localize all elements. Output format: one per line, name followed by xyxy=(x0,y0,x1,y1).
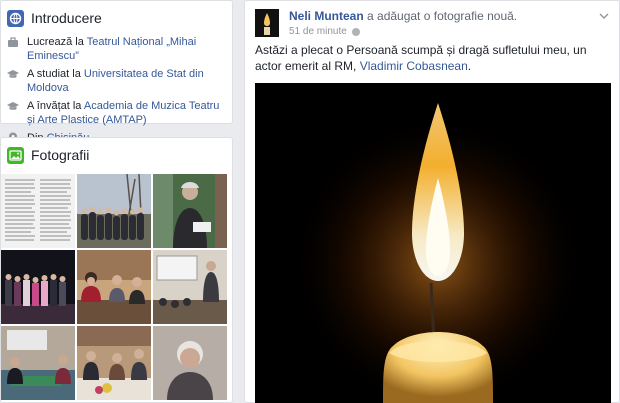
photos-title[interactable]: Fotografii xyxy=(31,147,89,163)
photo-thumbnail[interactable] xyxy=(77,326,151,400)
photos-card: Fotografii xyxy=(0,137,233,403)
post-photo[interactable] xyxy=(255,83,611,403)
candle-flame-photo xyxy=(255,83,611,403)
post-headline: Neli Muntean a adăugat o fotografie nouă… xyxy=(289,9,517,23)
post-meta: Neli Muntean a adăugat o fotografie nouă… xyxy=(289,9,517,37)
intro-item-text: A studiat la Universitatea de Stat din M… xyxy=(27,67,224,95)
photo-thumbnail[interactable] xyxy=(77,174,151,248)
mentioned-person-link[interactable]: Vladimir Cobasnean xyxy=(360,59,468,73)
post-card: Neli Muntean a adăugat o fotografie nouă… xyxy=(244,0,620,403)
photo-thumbnail[interactable] xyxy=(1,174,75,248)
intro-card: Introducere Lucrează la Teatrul Național… xyxy=(0,0,233,144)
photos-header: Fotografii xyxy=(1,138,232,172)
author-link[interactable]: Neli Muntean xyxy=(289,9,364,23)
photo-thumbnail[interactable] xyxy=(77,250,151,324)
post-text-end: . xyxy=(467,59,472,73)
photos-grid xyxy=(1,174,227,400)
intro-item-text: Lucrează la Teatrul Național „Mihai Emin… xyxy=(27,35,224,63)
photo-icon xyxy=(7,146,24,164)
post-action: a adăugat o fotografie nouă. xyxy=(363,9,518,23)
audience-globe-icon[interactable] xyxy=(351,27,360,36)
graduation-cap-icon xyxy=(7,102,19,110)
photo-thumbnail[interactable] xyxy=(153,174,227,248)
post-text: Astăzi a plecat o Persoană scumpă și dra… xyxy=(245,42,619,74)
intro-item-academy: A învățat la Academia de Muzica Teatru ș… xyxy=(1,99,232,127)
briefcase-icon xyxy=(8,37,18,47)
photo-thumbnail[interactable] xyxy=(153,250,227,324)
intro-header: Introducere xyxy=(1,1,232,35)
chevron-down-icon[interactable] xyxy=(599,11,609,21)
photo-thumbnail[interactable] xyxy=(153,326,227,400)
post-time-row: 51 de minute xyxy=(289,26,517,37)
intro-item-prefix: A învățat la xyxy=(27,100,84,112)
graduation-cap-icon xyxy=(7,70,19,78)
intro-item-studied: A studiat la Universitatea de Stat din M… xyxy=(1,67,232,95)
avatar[interactable] xyxy=(255,9,279,37)
post-timestamp[interactable]: 51 de minute xyxy=(289,26,347,37)
intro-item-prefix: A studiat la xyxy=(27,68,84,80)
intro-item-text: A învățat la Academia de Muzica Teatru ș… xyxy=(27,99,224,127)
intro-title: Introducere xyxy=(31,10,102,26)
photo-thumbnail[interactable] xyxy=(1,250,75,324)
intro-item-work: Lucrează la Teatrul Național „Mihai Emin… xyxy=(1,35,232,63)
intro-item-prefix: Lucrează la xyxy=(27,36,87,48)
globe-icon xyxy=(7,9,24,27)
post-header: Neli Muntean a adăugat o fotografie nouă… xyxy=(245,1,619,41)
photo-thumbnail[interactable] xyxy=(1,326,75,400)
